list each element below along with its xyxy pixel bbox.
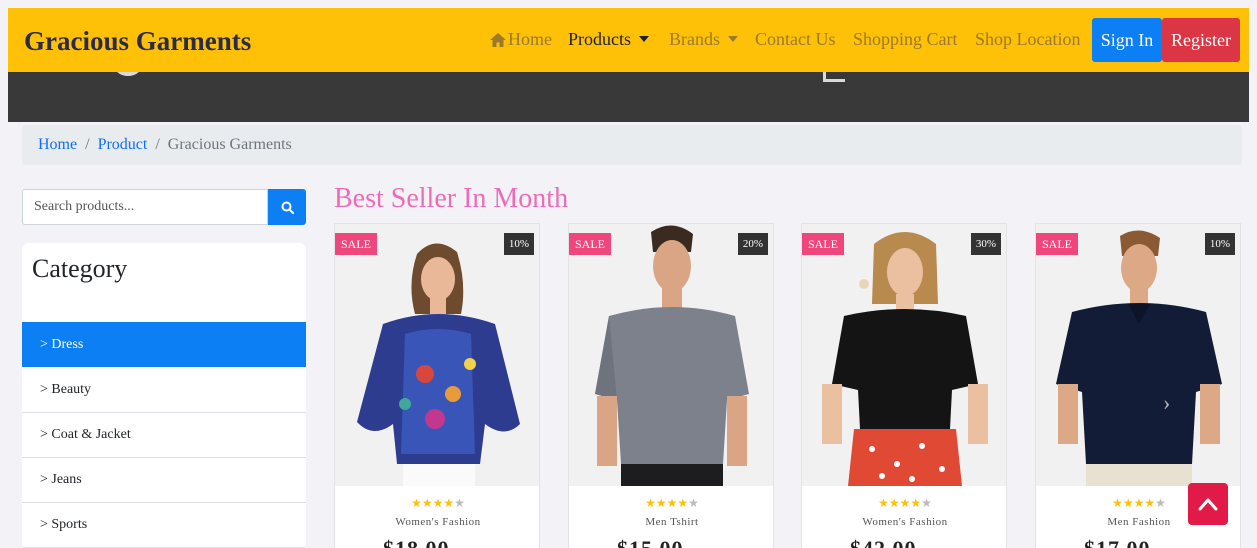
sign-in-button[interactable]: Sign In bbox=[1092, 18, 1162, 62]
nav-contact-link[interactable]: Contact Us bbox=[755, 29, 836, 50]
product-price: $17.00 bbox=[1084, 536, 1151, 548]
rating-stars: ★★★★★ bbox=[335, 496, 539, 511]
star-icon: ★★★★ bbox=[645, 496, 689, 510]
star-empty-icon: ★ bbox=[688, 496, 699, 510]
product-card[interactable]: SALE 20% ★★★★★ Men Tshirt $15.00 bbox=[568, 223, 774, 548]
nav-brands-dropdown[interactable]: Brands bbox=[669, 29, 738, 50]
star-icon: ★★★★ bbox=[411, 496, 455, 510]
sale-badge: SALE bbox=[335, 233, 377, 255]
discount-badge: 10% bbox=[503, 233, 534, 255]
nav-home-label: Home bbox=[508, 29, 552, 49]
rating-stars: ★★★★★ bbox=[802, 496, 1006, 511]
navbar: Gracious Garments Home Products Brands C… bbox=[8, 8, 1249, 72]
category-item-jeans[interactable]: > Jeans bbox=[22, 458, 306, 503]
breadcrumb-separator: / bbox=[85, 136, 90, 153]
back-to-top-button[interactable] bbox=[1188, 483, 1228, 525]
product-category: Women's Fashion bbox=[395, 516, 481, 528]
model-photo bbox=[335, 224, 539, 486]
breadcrumb-product-link[interactable]: Product bbox=[98, 136, 148, 154]
home-icon bbox=[490, 33, 506, 47]
star-empty-icon: ★ bbox=[454, 496, 465, 510]
caret-down-icon bbox=[639, 36, 649, 42]
star-icon: ★★★★ bbox=[1112, 496, 1156, 510]
product-image[interactable] bbox=[802, 224, 1006, 486]
banner-icon-fragment bbox=[823, 72, 845, 82]
brand-logo[interactable]: Gracious Garments bbox=[24, 26, 251, 57]
star-empty-icon: ★ bbox=[921, 496, 932, 510]
product-card[interactable]: SALE 10% ★★★★★ Women's Fashion $18.00 bbox=[334, 223, 540, 548]
section-title: Best Seller In Month bbox=[334, 183, 569, 214]
product-image[interactable] bbox=[1036, 224, 1240, 486]
search-button[interactable] bbox=[268, 189, 306, 225]
carousel-next-icon[interactable]: › bbox=[1163, 390, 1170, 416]
breadcrumb: Home / Product / Gracious Garments bbox=[22, 125, 1242, 165]
category-title: Category bbox=[32, 254, 128, 283]
discount-badge: 20% bbox=[737, 233, 768, 255]
product-category: Men Tshirt bbox=[645, 516, 699, 528]
nav-products-label: Products bbox=[568, 29, 631, 49]
sale-badge: SALE bbox=[802, 233, 844, 255]
product-price: $18.00 bbox=[383, 536, 450, 548]
hero-banner bbox=[8, 72, 1249, 122]
model-photo bbox=[1036, 224, 1240, 486]
category-panel: Category > Dress > Beauty > Coat & Jacke… bbox=[22, 243, 306, 548]
register-button[interactable]: Register bbox=[1162, 18, 1240, 62]
category-item-dress[interactable]: > Dress bbox=[22, 322, 306, 367]
discount-badge: 10% bbox=[1204, 233, 1235, 255]
model-photo bbox=[802, 224, 1006, 486]
breadcrumb-current: Gracious Garments bbox=[167, 136, 292, 153]
nav-cart-link[interactable]: Shopping Cart bbox=[853, 29, 958, 50]
category-item-coat-jacket[interactable]: > Coat & Jacket bbox=[22, 413, 306, 458]
product-price: $15.00 bbox=[617, 536, 684, 548]
search-form bbox=[22, 189, 306, 225]
category-item-beauty[interactable]: > Beauty bbox=[22, 368, 306, 413]
banner-text-fragment bbox=[113, 72, 143, 76]
product-card[interactable]: SALE 30% ★★★★★ Women's Fashion $42.00 bbox=[801, 223, 1007, 548]
product-price: $42.00 bbox=[850, 536, 917, 548]
sale-badge: SALE bbox=[1036, 233, 1078, 255]
nav-home-link[interactable]: Home bbox=[490, 29, 552, 50]
product-image[interactable] bbox=[569, 224, 773, 486]
product-image[interactable] bbox=[335, 224, 539, 486]
star-icon: ★★★★ bbox=[878, 496, 922, 510]
breadcrumb-separator: / bbox=[155, 136, 160, 153]
nav-location-link[interactable]: Shop Location bbox=[975, 29, 1081, 50]
discount-badge: 30% bbox=[970, 233, 1001, 255]
sale-badge: SALE bbox=[569, 233, 611, 255]
search-input[interactable] bbox=[22, 189, 268, 225]
search-icon bbox=[281, 201, 294, 214]
nav-products-dropdown[interactable]: Products bbox=[568, 29, 649, 50]
breadcrumb-home-link[interactable]: Home bbox=[38, 136, 77, 154]
caret-down-icon bbox=[728, 36, 738, 42]
chevron-up-icon bbox=[1198, 498, 1218, 511]
star-empty-icon: ★ bbox=[1155, 496, 1166, 510]
nav-brands-label: Brands bbox=[669, 29, 720, 49]
rating-stars: ★★★★★ bbox=[569, 496, 773, 511]
product-category: Women's Fashion bbox=[862, 516, 948, 528]
category-item-sports[interactable]: > Sports bbox=[22, 503, 306, 548]
model-photo bbox=[569, 224, 773, 486]
